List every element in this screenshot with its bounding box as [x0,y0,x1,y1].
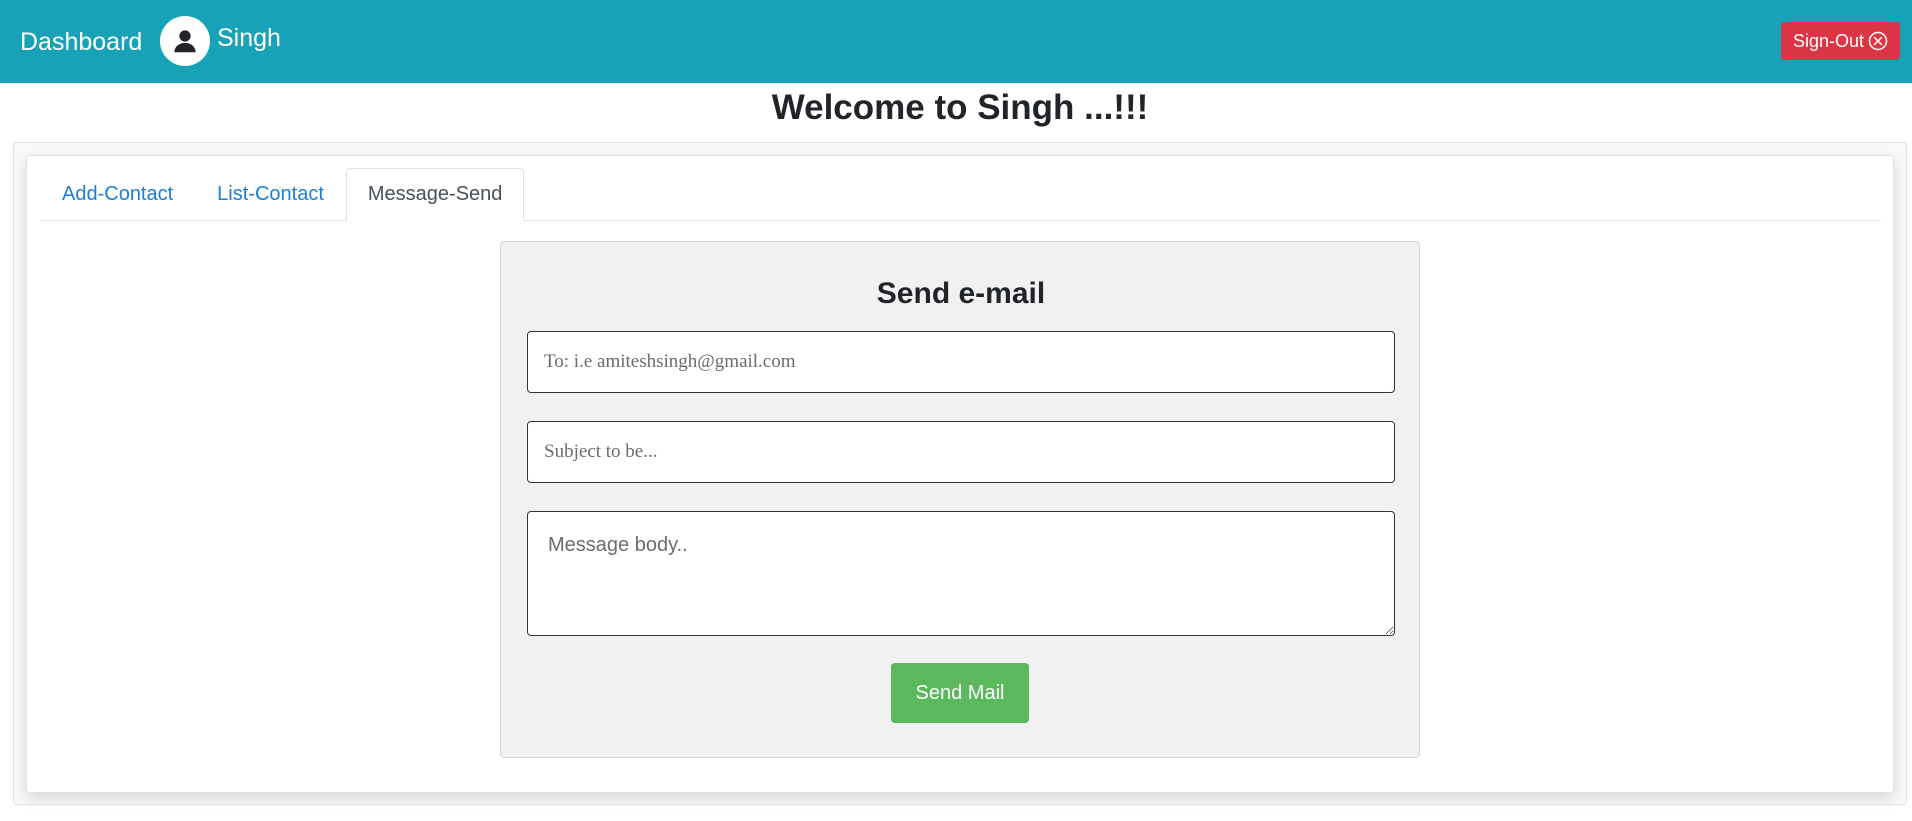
send-email-panel: Send e-mail Send Mail [500,241,1420,758]
sign-out-button[interactable]: Sign-Out [1781,22,1900,60]
sign-out-label: Sign-Out [1792,30,1865,51]
tab-add-contact[interactable]: Add-Contact [40,168,195,221]
tab-bar: Add-Contact List-Contact Message-Send [40,168,1881,221]
user-name: Singh [217,24,281,52]
tab-list-contact[interactable]: List-Contact [195,168,346,221]
page-title: Welcome to Singh ...!!! [771,88,1149,127]
subject-input[interactable] [527,421,1395,483]
user-icon[interactable] [160,16,210,66]
send-mail-button[interactable]: Send Mail [891,663,1029,723]
dashboard-link[interactable]: Dashboard [20,26,142,58]
user-silhouette-icon [174,30,196,53]
to-email-input[interactable] [527,331,1395,393]
send-email-title: Send e-mail [876,277,1046,310]
top-navbar: Dashboard Singh Sign-Out [0,0,1912,83]
circle-x-icon [1868,31,1888,51]
message-body-textarea[interactable] [527,511,1395,636]
tab-message-send[interactable]: Message-Send [345,168,525,221]
